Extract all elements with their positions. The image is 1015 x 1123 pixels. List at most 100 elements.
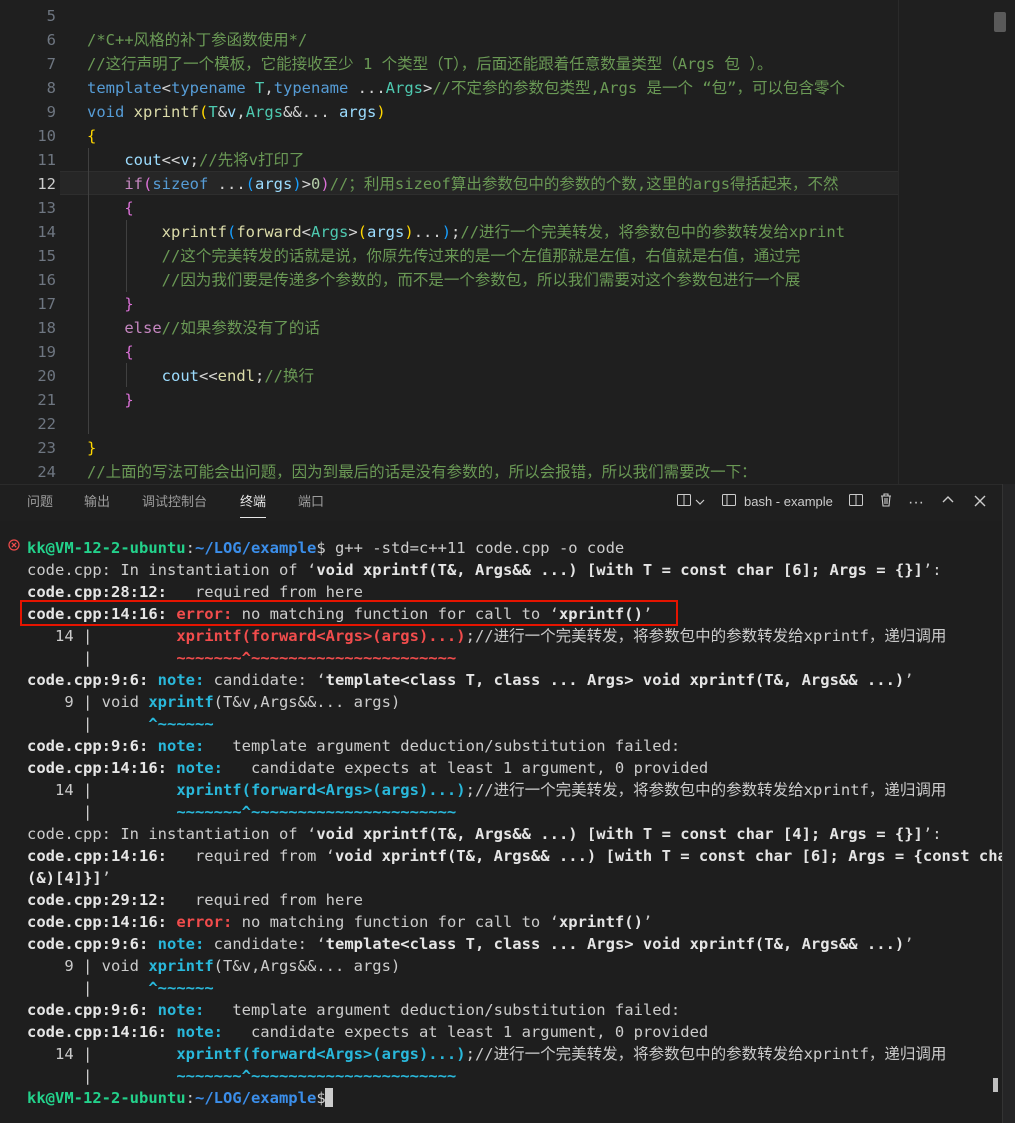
more-icon[interactable]: ··· (906, 492, 926, 514)
code-token: << (198, 367, 218, 385)
terminal-line: 9 | void xprintf(T&v,Args&&... args) (27, 691, 400, 713)
terminal-token: ^~~~~~~ (148, 979, 214, 997)
terminal-token: xprintf(forward<Args>(args)...) (176, 781, 466, 799)
terminal-token: ^~~~~~~ (148, 715, 214, 733)
terminal-name[interactable]: bash - example (744, 485, 833, 521)
code-token: template (87, 79, 162, 97)
code-token: > (423, 79, 433, 97)
code-token: Args (385, 79, 423, 97)
code-token: , (236, 103, 246, 121)
terminal-token: candidate expects at least 1 argument, 0… (232, 1023, 709, 1041)
close-icon[interactable] (970, 492, 990, 514)
split-icon[interactable] (847, 492, 865, 514)
code-text: xprintf(forward<Args>(args)...);//进行一个完美… (87, 220, 845, 244)
terminal-cursor (325, 1088, 333, 1107)
chevron-down-icon[interactable] (694, 492, 706, 514)
code-token: ( (226, 223, 237, 241)
terminal-token: ~/LOG/example (194, 539, 317, 557)
terminal-token: code.cpp: In instantiation of (27, 825, 307, 843)
tab-debug-console[interactable]: 调试控制台 (142, 485, 207, 521)
terminal-line: 14 | xprintf(forward<Args>(args)...);//进… (27, 625, 946, 647)
terminal-line: code.cpp:14:16: required from ‘void xpri… (27, 845, 1015, 867)
minimap[interactable] (898, 0, 994, 484)
tab-ports[interactable]: 端口 (298, 485, 324, 521)
terminal-line: code.cpp:14:16: note: candidate expects … (27, 1021, 708, 1043)
terminal-token: ;//进行一个完美转发，将参数包中的参数转发给xprintf，递归调用 (465, 627, 947, 645)
terminal-token: required from here (166, 891, 363, 909)
code-token: v (227, 103, 237, 121)
error-highlight-box (20, 600, 678, 626)
code-token: , (264, 79, 274, 97)
code-token: &&... (283, 103, 340, 121)
terminal-token: ~~~~~~~^~~~~~~~~~~~~~~~~~~~~~~ (176, 649, 457, 667)
error-status-icon (8, 539, 20, 555)
terminal-token: xprintf(forward<Args>(args)...) (176, 1045, 466, 1063)
code-token: ... (413, 223, 442, 241)
terminal-token: : (185, 1089, 195, 1107)
layout-icon[interactable] (674, 492, 694, 514)
code-editor[interactable]: 5 6 /*C++风格的补丁参函数使用*/ 7 //这行声明了一个模板，它能接收至少 1… (0, 0, 1015, 484)
terminal-token: note: (176, 1023, 233, 1041)
line-number: 5 (46, 7, 56, 25)
terminal-token: ~~~~~~~^~~~~~~~~~~~~~~~~~~~~~~ (176, 1067, 457, 1085)
terminal-split-icon[interactable] (720, 492, 738, 514)
terminal-line: | ~~~~~~~^~~~~~~~~~~~~~~~~~~~~~~ (27, 1065, 456, 1087)
code-token: < (161, 79, 171, 97)
terminal-token: ‘ (316, 935, 326, 953)
code-text: } (87, 436, 96, 460)
editor-scroll-thumb[interactable] (994, 12, 1006, 32)
trash-icon[interactable] (877, 492, 895, 514)
code-token: /*C++风格的补丁参函数使用*/ (87, 31, 308, 49)
terminal-token: note: (157, 1001, 214, 1019)
terminal-line: code.cpp:14:16: note: candidate expects … (27, 757, 708, 779)
tab-problems[interactable]: 问题 (27, 485, 53, 521)
terminal-token: ~~~~~~~^~~~~~~~~~~~~~~~~~~~~~~ (176, 803, 457, 821)
code-token: endl (217, 367, 255, 385)
code-text: { (87, 124, 96, 148)
code-token: ) (404, 223, 414, 241)
tab-terminal[interactable]: 终端 (240, 485, 267, 521)
code-text: { (87, 196, 133, 220)
terminal-token: ’: (922, 561, 942, 579)
terminal-token: ’ (101, 869, 111, 887)
terminal-line: code.cpp:14:16: error: no matching funct… (27, 911, 652, 933)
editor-scrollbar[interactable] (993, 0, 1015, 484)
panel-header: 问题 输出 调试控制台 终端 端口 bash - example ··· (0, 484, 1015, 521)
terminal-token: | (27, 803, 102, 821)
line-number: 19 (37, 343, 56, 361)
chevron-up-icon[interactable] (938, 492, 958, 514)
terminal-token: (&)[4]}] (27, 869, 102, 887)
terminal-line: 14 | xprintf(forward<Args>(args)...);//进… (27, 1043, 946, 1065)
line-number: 21 (37, 391, 56, 409)
terminal-token: error: (176, 913, 242, 931)
code-text: void xprintf(T&v,Args&&... args) (87, 100, 386, 124)
code-token: xprintf (161, 223, 227, 241)
code-token: > (348, 223, 358, 241)
code-token: //；利用sizeof算出参数包中的参数的个数,这里的args得括起来，不然 (329, 175, 839, 193)
code-token: } (124, 391, 134, 409)
terminal-token: xprintf(forward<Args>(args)...) (176, 627, 466, 645)
code-text: { (87, 340, 133, 364)
terminal-token: ’ (904, 671, 914, 689)
terminal-token: note: (176, 759, 233, 777)
line-number: 6 (46, 31, 56, 49)
terminal-token: template argument deduction/substitution… (213, 1001, 681, 1019)
terminal-token: template<class T, class ... Args> void x… (325, 671, 905, 689)
terminal-scroll-thumb[interactable] (993, 1078, 998, 1092)
terminal-token: code.cpp:14:16: (27, 847, 167, 865)
terminal-token: template argument deduction/substitution… (213, 737, 681, 755)
code-token: void (87, 103, 125, 121)
code-token: cout (124, 151, 162, 169)
tab-output[interactable]: 输出 (84, 485, 110, 521)
line-number: 14 (37, 223, 56, 241)
code-token: ) (376, 103, 386, 121)
terminal-token: 9 | void (27, 957, 149, 975)
terminal-line: kk@VM-12-2-ubuntu:~/LOG/example$ (27, 1087, 335, 1109)
terminal-line: code.cpp:29:12: required from here (27, 889, 363, 911)
